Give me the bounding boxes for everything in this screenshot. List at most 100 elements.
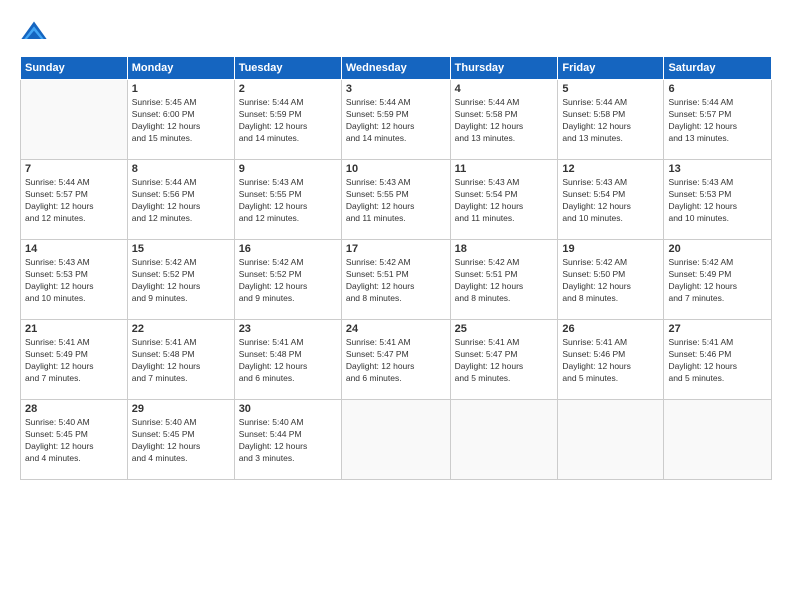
- day-info: Sunrise: 5:41 AM Sunset: 5:47 PM Dayligh…: [346, 337, 446, 385]
- calendar-cell: 15Sunrise: 5:42 AM Sunset: 5:52 PM Dayli…: [127, 240, 234, 320]
- day-info: Sunrise: 5:40 AM Sunset: 5:45 PM Dayligh…: [132, 417, 230, 465]
- header: [20, 18, 772, 46]
- calendar-week-4: 21 Sunrise: 5:41 AM Sunset: 5:49 PM Dayli…: [21, 320, 772, 400]
- day-info: Sunrise: 5:41 AM Sunset: 5:49 PM Dayligh…: [25, 337, 123, 385]
- day-number: 1: [132, 83, 230, 95]
- day-info: Sunrise: 5:40 AM Sunset: 5:44 PM Dayligh…: [239, 417, 337, 465]
- calendar-header-row: SundayMondayTuesdayWednesdayThursdayFrid…: [21, 57, 772, 80]
- day-info: Sunrise: 5:44 AM Sunset: 5:56 PM Dayligh…: [132, 177, 230, 225]
- calendar-cell: [558, 400, 664, 480]
- header-monday: Monday: [127, 57, 234, 80]
- calendar-cell: 28 Sunrise: 5:40 AM Sunset: 5:45 PM Dayli…: [21, 400, 128, 480]
- day-number: 6: [668, 83, 767, 95]
- day-info: Sunrise: 5:40 AM Sunset: 5:45 PM Dayligh…: [25, 417, 123, 465]
- day-info: Sunrise: 5:44 AM Sunset: 5:59 PM Dayligh…: [346, 97, 446, 145]
- day-info: Sunrise: 5:41 AM Sunset: 5:48 PM Dayligh…: [239, 337, 337, 385]
- day-info: Sunrise: 5:43 AM Sunset: 5:53 PM Dayligh…: [668, 177, 767, 225]
- calendar-cell: 20Sunrise: 5:42 AM Sunset: 5:49 PM Dayli…: [664, 240, 772, 320]
- calendar-cell: 1 Sunrise: 5:45 AM Sunset: 6:00 PM Daylig…: [127, 80, 234, 160]
- day-info: Sunrise: 5:43 AM Sunset: 5:54 PM Dayligh…: [455, 177, 554, 225]
- header-wednesday: Wednesday: [341, 57, 450, 80]
- header-tuesday: Tuesday: [234, 57, 341, 80]
- day-number: 9: [239, 163, 337, 175]
- calendar-cell: 5 Sunrise: 5:44 AM Sunset: 5:58 PM Daylig…: [558, 80, 664, 160]
- day-number: 7: [25, 163, 123, 175]
- day-info: Sunrise: 5:43 AM Sunset: 5:55 PM Dayligh…: [239, 177, 337, 225]
- day-info: Sunrise: 5:43 AM Sunset: 5:54 PM Dayligh…: [562, 177, 659, 225]
- day-number: 28: [25, 403, 123, 415]
- day-info: Sunrise: 5:42 AM Sunset: 5:51 PM Dayligh…: [455, 257, 554, 305]
- calendar-week-1: 1 Sunrise: 5:45 AM Sunset: 6:00 PM Daylig…: [21, 80, 772, 160]
- day-number: 19: [562, 243, 659, 255]
- day-number: 23: [239, 323, 337, 335]
- header-friday: Friday: [558, 57, 664, 80]
- day-info: Sunrise: 5:45 AM Sunset: 6:00 PM Dayligh…: [132, 97, 230, 145]
- calendar-cell: [450, 400, 558, 480]
- day-info: Sunrise: 5:44 AM Sunset: 5:57 PM Dayligh…: [668, 97, 767, 145]
- day-number: 3: [346, 83, 446, 95]
- calendar-cell: 23 Sunrise: 5:41 AM Sunset: 5:48 PM Dayli…: [234, 320, 341, 400]
- day-info: Sunrise: 5:44 AM Sunset: 5:58 PM Dayligh…: [455, 97, 554, 145]
- calendar-cell: 24Sunrise: 5:41 AM Sunset: 5:47 PM Dayli…: [341, 320, 450, 400]
- day-number: 2: [239, 83, 337, 95]
- day-info: Sunrise: 5:42 AM Sunset: 5:51 PM Dayligh…: [346, 257, 446, 305]
- day-info: Sunrise: 5:44 AM Sunset: 5:58 PM Dayligh…: [562, 97, 659, 145]
- day-number: 14: [25, 243, 123, 255]
- calendar-cell: 26 Sunrise: 5:41 AM Sunset: 5:46 PM Dayli…: [558, 320, 664, 400]
- calendar-cell: 6 Sunrise: 5:44 AM Sunset: 5:57 PM Daylig…: [664, 80, 772, 160]
- calendar-cell: 4 Sunrise: 5:44 AM Sunset: 5:58 PM Daylig…: [450, 80, 558, 160]
- calendar-cell: 27 Sunrise: 5:41 AM Sunset: 5:46 PM Dayli…: [664, 320, 772, 400]
- calendar-cell: 25Sunrise: 5:41 AM Sunset: 5:47 PM Dayli…: [450, 320, 558, 400]
- header-sunday: Sunday: [21, 57, 128, 80]
- logo: [20, 18, 52, 46]
- calendar-cell: 18 Sunrise: 5:42 AM Sunset: 5:51 PM Dayli…: [450, 240, 558, 320]
- day-number: 26: [562, 323, 659, 335]
- calendar-cell: 9 Sunrise: 5:43 AM Sunset: 5:55 PM Daylig…: [234, 160, 341, 240]
- calendar-table: SundayMondayTuesdayWednesdayThursdayFrid…: [20, 56, 772, 480]
- calendar-cell: 29 Sunrise: 5:40 AM Sunset: 5:45 PM Dayli…: [127, 400, 234, 480]
- day-number: 11: [455, 163, 554, 175]
- day-number: 21: [25, 323, 123, 335]
- header-saturday: Saturday: [664, 57, 772, 80]
- calendar-week-2: 7 Sunrise: 5:44 AM Sunset: 5:57 PM Daylig…: [21, 160, 772, 240]
- day-info: Sunrise: 5:42 AM Sunset: 5:52 PM Dayligh…: [239, 257, 337, 305]
- day-info: Sunrise: 5:43 AM Sunset: 5:53 PM Dayligh…: [25, 257, 123, 305]
- header-thursday: Thursday: [450, 57, 558, 80]
- day-info: Sunrise: 5:44 AM Sunset: 5:57 PM Dayligh…: [25, 177, 123, 225]
- calendar-cell: [341, 400, 450, 480]
- calendar-cell: 17 Sunrise: 5:42 AM Sunset: 5:51 PM Dayli…: [341, 240, 450, 320]
- day-info: Sunrise: 5:43 AM Sunset: 5:55 PM Dayligh…: [346, 177, 446, 225]
- calendar-cell: 3 Sunrise: 5:44 AM Sunset: 5:59 PM Daylig…: [341, 80, 450, 160]
- day-number: 18: [455, 243, 554, 255]
- calendar-cell: 2 Sunrise: 5:44 AM Sunset: 5:59 PM Daylig…: [234, 80, 341, 160]
- day-info: Sunrise: 5:41 AM Sunset: 5:46 PM Dayligh…: [668, 337, 767, 385]
- calendar-cell: 7 Sunrise: 5:44 AM Sunset: 5:57 PM Daylig…: [21, 160, 128, 240]
- day-number: 17: [346, 243, 446, 255]
- day-number: 30: [239, 403, 337, 415]
- day-number: 4: [455, 83, 554, 95]
- day-number: 27: [668, 323, 767, 335]
- calendar-week-3: 14 Sunrise: 5:43 AM Sunset: 5:53 PM Dayli…: [21, 240, 772, 320]
- day-number: 29: [132, 403, 230, 415]
- day-info: Sunrise: 5:41 AM Sunset: 5:46 PM Dayligh…: [562, 337, 659, 385]
- calendar-cell: [21, 80, 128, 160]
- day-number: 20: [668, 243, 767, 255]
- calendar-cell: 10Sunrise: 5:43 AM Sunset: 5:55 PM Dayli…: [341, 160, 450, 240]
- calendar-cell: 22 Sunrise: 5:41 AM Sunset: 5:48 PM Dayli…: [127, 320, 234, 400]
- logo-icon: [20, 18, 48, 46]
- day-number: 12: [562, 163, 659, 175]
- day-number: 5: [562, 83, 659, 95]
- calendar-cell: 19Sunrise: 5:42 AM Sunset: 5:50 PM Dayli…: [558, 240, 664, 320]
- day-info: Sunrise: 5:41 AM Sunset: 5:47 PM Dayligh…: [455, 337, 554, 385]
- day-info: Sunrise: 5:44 AM Sunset: 5:59 PM Dayligh…: [239, 97, 337, 145]
- calendar-cell: 16Sunrise: 5:42 AM Sunset: 5:52 PM Dayli…: [234, 240, 341, 320]
- calendar-cell: 30 Sunrise: 5:40 AM Sunset: 5:44 PM Dayli…: [234, 400, 341, 480]
- day-number: 22: [132, 323, 230, 335]
- calendar-cell: 14 Sunrise: 5:43 AM Sunset: 5:53 PM Dayli…: [21, 240, 128, 320]
- calendar-cell: 12 Sunrise: 5:43 AM Sunset: 5:54 PM Dayli…: [558, 160, 664, 240]
- calendar-week-5: 28 Sunrise: 5:40 AM Sunset: 5:45 PM Dayli…: [21, 400, 772, 480]
- calendar-cell: 21 Sunrise: 5:41 AM Sunset: 5:49 PM Dayli…: [21, 320, 128, 400]
- calendar-cell: 11 Sunrise: 5:43 AM Sunset: 5:54 PM Dayli…: [450, 160, 558, 240]
- day-info: Sunrise: 5:41 AM Sunset: 5:48 PM Dayligh…: [132, 337, 230, 385]
- calendar-cell: [664, 400, 772, 480]
